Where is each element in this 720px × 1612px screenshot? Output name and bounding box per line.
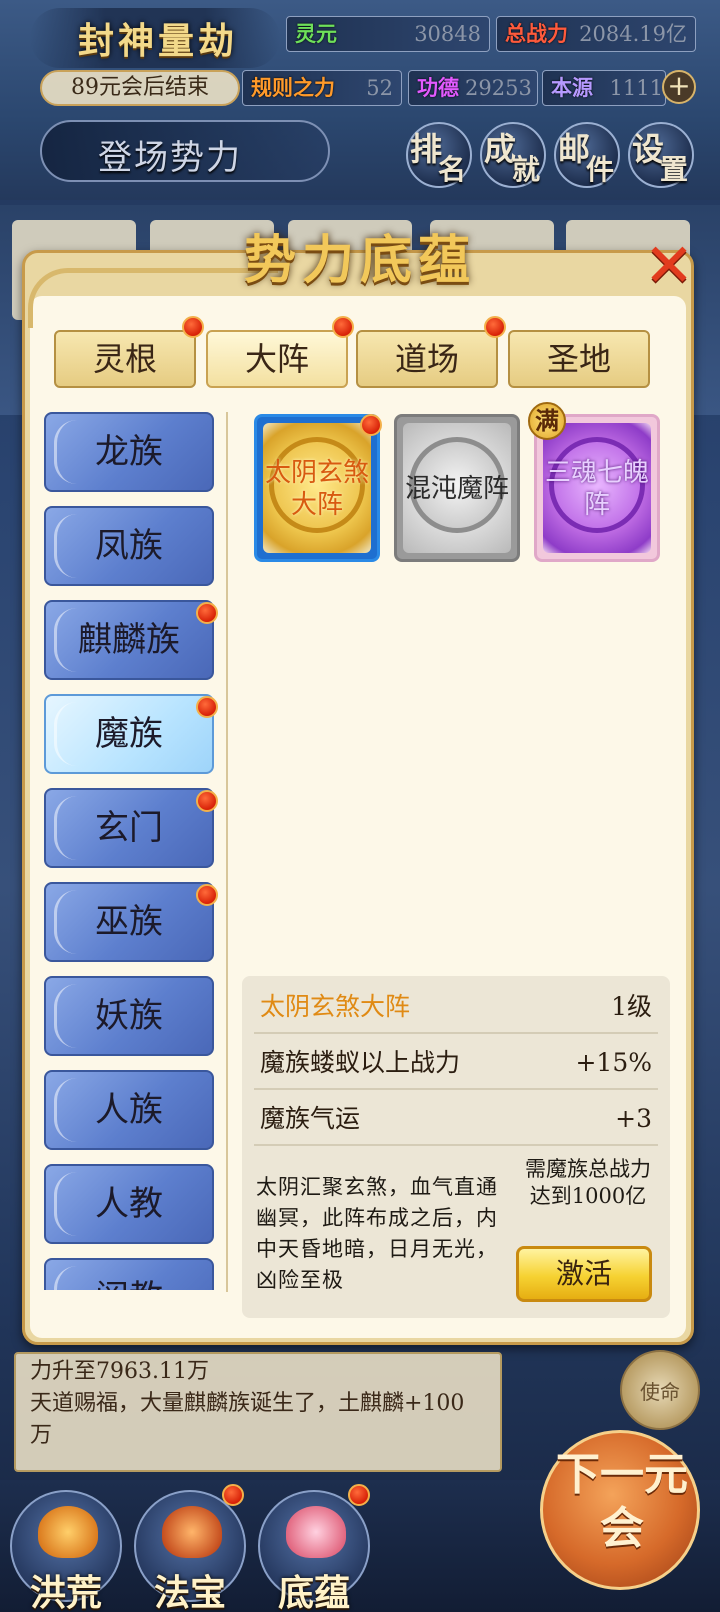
tab-dojo[interactable]: 道场 [356, 330, 498, 388]
panel-title: 势力底蕴 [243, 230, 476, 291]
formation-description: 太阴汇聚玄煞，血气直通幽冥，此阵布成之后，内中天昏地暗，日月无光，凶险至极 [256, 1175, 498, 1292]
stat-label: 总战力 [505, 21, 568, 46]
era-countdown: 89元会后结束 [40, 70, 240, 106]
effect-label: 魔族蝼蚁以上战力 [260, 1048, 461, 1077]
race-label: 麒麟族 [78, 620, 180, 660]
tab-spirit-root[interactable]: 灵根 [54, 330, 196, 388]
stat-label: 灵元 [295, 21, 337, 46]
tab-label: 圣地 [546, 340, 611, 378]
race-dragon[interactable]: 龙族 [44, 412, 214, 492]
max-level-badge: 满 [528, 402, 566, 440]
detail-formation-name: 太阴玄煞大阵 [260, 992, 411, 1021]
formation-name: 太阴玄煞大阵 [264, 458, 369, 520]
panel-divider [226, 412, 228, 1292]
nav-label: 洪荒 [29, 1572, 102, 1612]
tab-label: 道场 [394, 340, 459, 378]
activate-button[interactable]: 激活 [516, 1246, 652, 1302]
stat-value: 2084.19亿 [579, 22, 687, 46]
race-label: 凤族 [95, 526, 163, 566]
race-sidebar[interactable]: 龙族 凤族 麒麟族 魔族 玄门 巫族 妖族 人族 人教 阐教 [44, 412, 220, 1290]
notification-dot [332, 316, 354, 338]
race-renjiao[interactable]: 人教 [44, 1164, 214, 1244]
lotus-icon [38, 1506, 98, 1558]
race-xuanmen[interactable]: 玄门 [44, 788, 214, 868]
close-icon[interactable]: ✕ [640, 236, 698, 296]
notification-dot [484, 316, 506, 338]
race-phoenix[interactable]: 凤族 [44, 506, 214, 586]
treasure-icon [162, 1506, 222, 1558]
stat-value: 29253 [465, 76, 532, 100]
stat-value: 30848 [414, 22, 481, 46]
detail-level: 1级 [611, 992, 652, 1021]
stat-value: 52 [366, 76, 393, 100]
stat-label: 功德 [417, 75, 459, 100]
activation-requirement: 需魔族总战力达到1000亿 [525, 1157, 651, 1208]
formation-card-taiyin[interactable]: 太阴玄煞大阵 [254, 414, 380, 562]
effect-row: 魔族气运 +3 [254, 1092, 658, 1146]
race-demon[interactable]: 魔族 [44, 694, 214, 774]
stat-rule-power: 规则之力 52 [242, 70, 402, 106]
race-label: 玄门 [95, 808, 163, 848]
nav-label: 法宝 [153, 1572, 226, 1612]
settings-label-b: 置 [660, 153, 689, 186]
race-label: 人族 [95, 1090, 163, 1130]
formation-name: 混沌魔阵 [404, 474, 509, 504]
notification-dot [348, 1484, 370, 1506]
log-line: 力升至7963.11万 [30, 1359, 209, 1384]
effect-value: +3 [615, 1104, 652, 1133]
race-yao[interactable]: 妖族 [44, 976, 214, 1056]
race-label: 阐教 [95, 1278, 163, 1290]
detail-header: 太阴玄煞大阵 1级 [254, 980, 658, 1034]
stat-label: 规则之力 [251, 75, 335, 100]
notification-dot [182, 316, 204, 338]
effect-value: +15% [575, 1048, 652, 1077]
flame-lotus-icon [286, 1506, 346, 1558]
race-label: 龙族 [95, 432, 163, 472]
race-human[interactable]: 人族 [44, 1070, 214, 1150]
effect-row: 魔族蝼蚁以上战力 +15% [254, 1036, 658, 1090]
stat-merit: 功德 29253 [408, 70, 538, 106]
settings-button[interactable]: 设 置 [628, 122, 694, 188]
stat-label: 本源 [551, 75, 593, 100]
event-log: 力升至7963.11万 天道赐福，大量麒麟族诞生了，土麒麟+100万 [14, 1352, 502, 1472]
race-label: 魔族 [95, 714, 163, 754]
log-line: 天道赐福，大量麒麟族诞生了，土麒麟+100万 [30, 1391, 465, 1448]
tab-holy-land[interactable]: 圣地 [508, 330, 650, 388]
nav-label: 底蕴 [277, 1572, 350, 1612]
tab-formation[interactable]: 大阵 [206, 330, 348, 388]
race-qilin[interactable]: 麒麟族 [44, 600, 214, 680]
active-forces-label: 登场势力 [98, 138, 242, 178]
notification-dot [196, 696, 218, 718]
game-title: 封神量劫 [78, 20, 239, 62]
mail-label-b: 件 [586, 153, 615, 186]
mission-icon[interactable]: 使命 [620, 1350, 700, 1430]
tab-label: 大阵 [244, 340, 309, 378]
achievements-button[interactable]: 成 就 [480, 122, 546, 188]
notification-dot [222, 1484, 244, 1506]
notification-dot [196, 790, 218, 812]
add-resource-button[interactable]: + [662, 70, 696, 104]
race-label: 巫族 [95, 902, 163, 942]
race-label: 人教 [95, 1184, 163, 1224]
notification-dot [196, 602, 218, 624]
race-wu[interactable]: 巫族 [44, 882, 214, 962]
race-chanjiao[interactable]: 阐教 [44, 1258, 214, 1290]
tab-label: 灵根 [92, 340, 157, 378]
ranking-label-b: 名 [438, 153, 467, 186]
effect-label: 魔族气运 [260, 1104, 361, 1133]
notification-dot [196, 884, 218, 906]
ranking-button[interactable]: 排 名 [406, 122, 472, 188]
notification-dot [360, 414, 382, 436]
formation-name: 三魂七魄阵 [544, 458, 649, 520]
next-era-label: 下一元会 [556, 1449, 688, 1554]
formation-card-chaos[interactable]: 混沌魔阵 [394, 414, 520, 562]
stat-origin: 本源 1111 [542, 70, 666, 106]
achievements-label-b: 就 [512, 153, 541, 186]
stat-lingyuan: 灵元 30848 [286, 16, 490, 52]
race-label: 妖族 [95, 996, 163, 1036]
mail-button[interactable]: 邮 件 [554, 122, 620, 188]
stat-total-power: 总战力 2084.19亿 [496, 16, 696, 52]
stat-value: 1111 [609, 76, 663, 100]
